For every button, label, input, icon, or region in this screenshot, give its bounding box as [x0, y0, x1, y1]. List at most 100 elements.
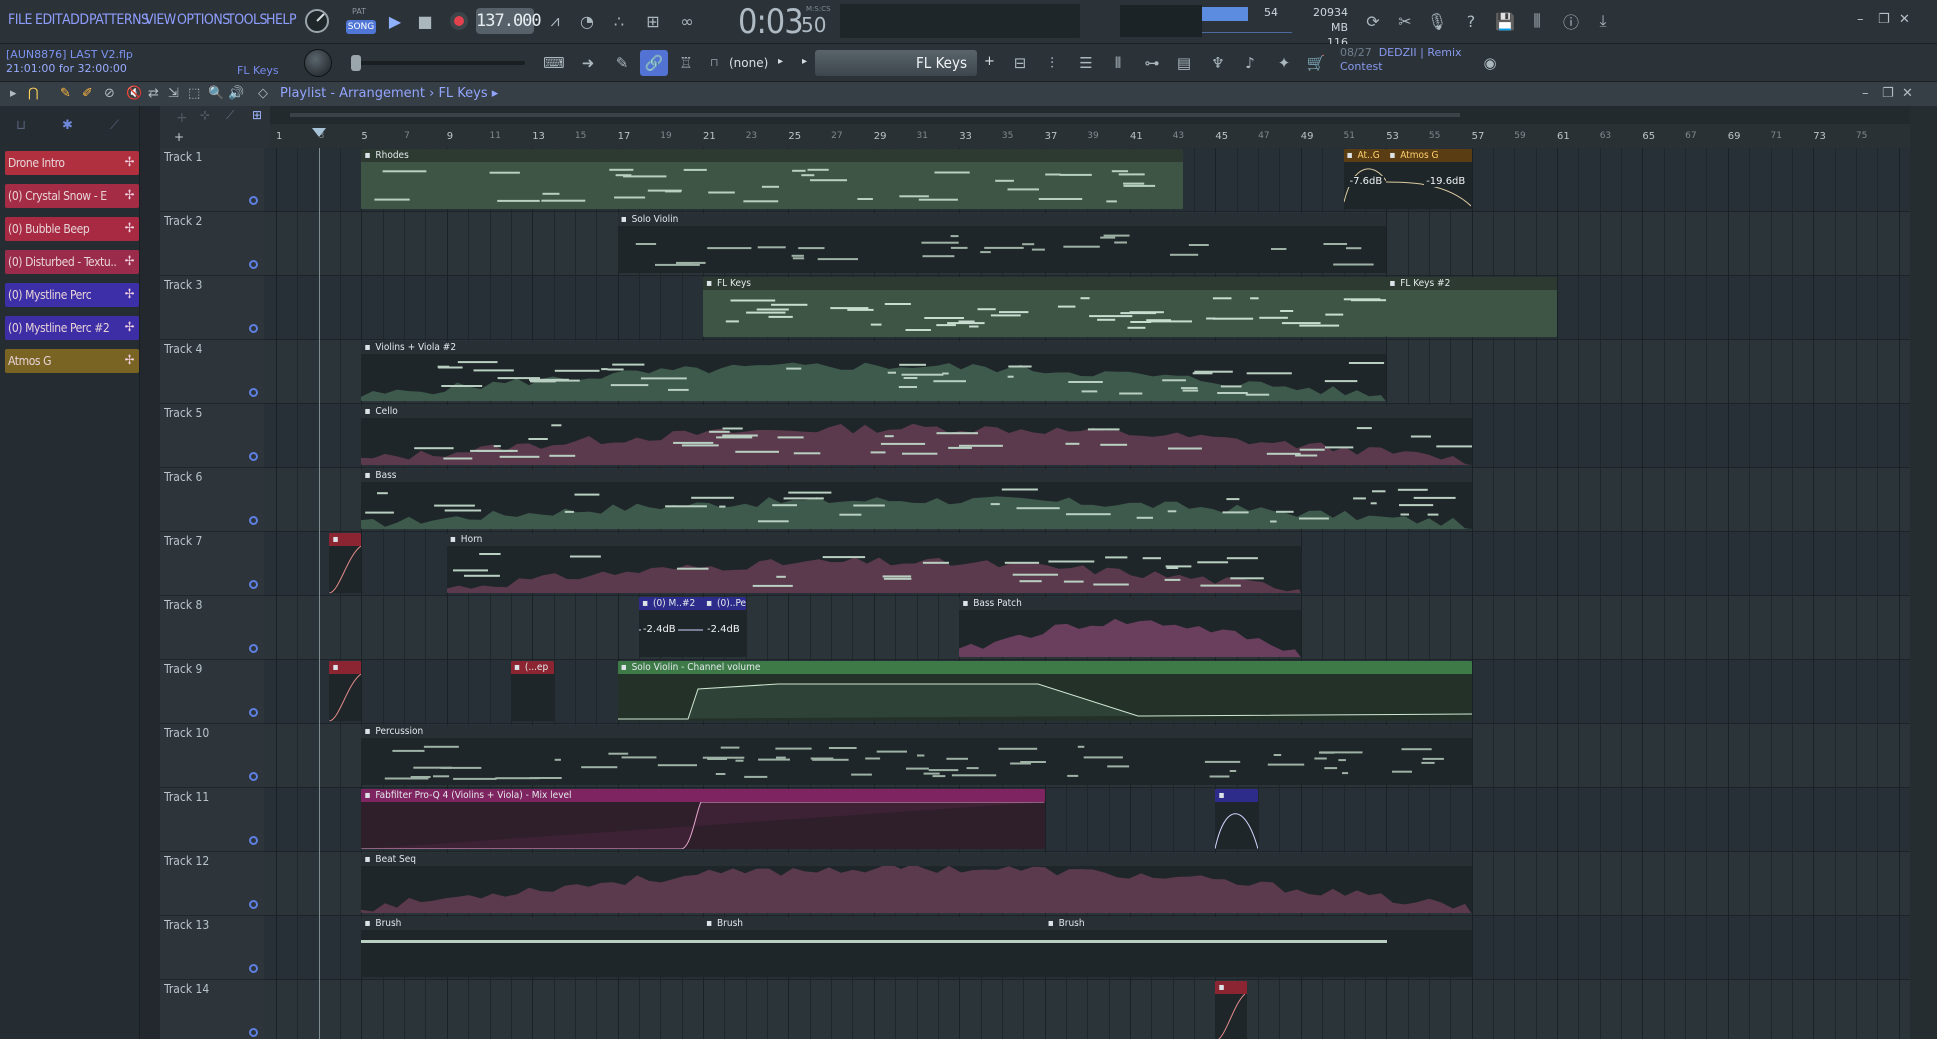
menu-edit[interactable]: EDIT — [35, 12, 63, 28]
pat-toggle-icon[interactable]: ⊞ — [252, 108, 262, 122]
track-mute-icon[interactable] — [249, 900, 258, 909]
song-overview[interactable] — [270, 106, 1910, 124]
track-header[interactable]: Track 10 — [160, 724, 264, 788]
undo-history-icon[interactable]: ⟳ — [1358, 6, 1388, 36]
close-icon[interactable]: ✕ — [1899, 12, 1910, 27]
record-button[interactable] — [444, 6, 474, 36]
track-header[interactable]: Track 3 — [160, 276, 264, 340]
track-header[interactable]: Track 7 — [160, 532, 264, 596]
menu-view[interactable]: VIEW — [145, 12, 176, 28]
news-panel[interactable]: 08/27 DEDZII | Remix Contest — [1340, 46, 1462, 74]
save-icon[interactable]: 💾 — [1490, 6, 1520, 36]
info-icon[interactable]: ⓘ — [1556, 6, 1586, 36]
panel-minimize-icon[interactable]: – — [1862, 86, 1869, 101]
add-icon[interactable]: + — [174, 130, 184, 144]
mixer-icon[interactable]: ⫴ — [1104, 50, 1132, 76]
mute-tool-icon[interactable]: 🔇 — [126, 86, 142, 101]
step-edit-icon[interactable]: ⊞ — [638, 6, 668, 36]
slip-tool-icon[interactable]: ⇄ — [148, 86, 159, 101]
track-header[interactable]: Track 12 — [160, 852, 264, 916]
drag-handle-icon[interactable]: ✢ — [125, 349, 135, 373]
drag-handle-icon[interactable]: ✢ — [125, 316, 135, 340]
render-icon[interactable]: ⫼ — [1522, 6, 1552, 36]
play-icon[interactable]: ▶ — [380, 6, 410, 36]
microphone-icon[interactable]: 🎙 — [1422, 6, 1452, 36]
playlist-icon[interactable]: ⊟ — [1006, 50, 1034, 76]
select-tool-icon[interactable]: ⬚ — [188, 86, 200, 101]
track-mute-icon[interactable] — [249, 452, 258, 461]
channel-selector[interactable]: FL Keys — [815, 50, 977, 76]
picker-item[interactable]: (0) Crystal Snow - E ✢ — [5, 184, 139, 208]
track-header[interactable]: Track 6 — [160, 468, 264, 532]
timeline-ruler[interactable]: 1 3 5 7 9 11 13 15 17 19 21 23 25 27 29 31 33 35 37 39 41 43 4… — [270, 124, 1910, 148]
stop-icon[interactable]: ■ — [410, 6, 440, 36]
paint-icon[interactable]: ✎ — [608, 50, 636, 76]
stamp-icon[interactable]: ♖ — [672, 50, 700, 76]
vertical-scrollbar[interactable] — [1910, 106, 1937, 1039]
help-icon[interactable]: ? — [1456, 6, 1486, 36]
add-channel-icon[interactable]: + — [984, 54, 995, 69]
chan-toggle-icon[interactable]: ⟋ — [226, 108, 234, 123]
track-header[interactable]: Track 2 — [160, 212, 264, 276]
panel-restore-icon[interactable]: ❐ — [1882, 86, 1894, 101]
track-mute-icon[interactable] — [249, 708, 258, 717]
track-mute-icon[interactable] — [249, 964, 258, 973]
browser-icon[interactable]: ▤ — [1170, 50, 1198, 76]
link-icon[interactable]: 🔗 — [640, 50, 668, 76]
picker-item[interactable]: (0) Mystline Perc #2 ✢ — [5, 316, 139, 340]
picker-item[interactable]: (0) Bubble Beep ✢ — [5, 217, 139, 241]
picker-item[interactable]: Atmos G ✢ — [5, 349, 139, 373]
drag-handle-icon[interactable]: ✢ — [125, 184, 135, 208]
draw-tool-icon[interactable]: ✎ — [60, 86, 71, 101]
download-icon[interactable]: ⤓ — [1588, 6, 1618, 36]
loop-record-icon[interactable]: ∞ — [672, 6, 702, 36]
wand-icon[interactable]: ✦ — [1270, 50, 1298, 76]
slice-tool-icon[interactable]: ⇲ — [168, 86, 179, 101]
wait-icon[interactable]: ◔ — [572, 6, 602, 36]
metronome-icon[interactable]: ⩘ — [540, 6, 570, 36]
plugin-picker-icon[interactable]: ♆ — [1204, 50, 1232, 76]
panel-close-icon[interactable]: ✕ — [1902, 86, 1913, 101]
track-mute-icon[interactable] — [249, 772, 258, 781]
delete-tool-icon[interactable]: ⊘ — [104, 86, 115, 101]
patcher-icon[interactable]: ⊶ — [1138, 50, 1166, 76]
picker-item[interactable]: (0) Disturbed - Textu.. ✢ — [5, 250, 139, 274]
cut-tool-icon[interactable]: ✂ — [1390, 6, 1420, 36]
arrow-right-icon[interactable]: ➜ — [574, 50, 602, 76]
channel-prev-icon[interactable]: ▸ — [802, 56, 807, 67]
master-pitch-slider[interactable] — [351, 55, 525, 71]
drag-handle-icon[interactable]: ✢ — [125, 283, 135, 307]
channel-rack-icon[interactable]: ☰ — [1072, 50, 1100, 76]
playlist-menu-icon[interactable]: ▸ — [10, 86, 17, 101]
picker-audio-icon[interactable]: ✱ — [62, 118, 73, 133]
track-mute-icon[interactable] — [249, 1028, 258, 1037]
picker-item[interactable]: Drone Intro ✢ — [5, 151, 139, 175]
track-mute-icon[interactable] — [249, 836, 258, 845]
track-mute-icon[interactable] — [249, 196, 258, 205]
track-mute-icon[interactable] — [249, 260, 258, 269]
track-header[interactable]: Track 5 — [160, 404, 264, 468]
track-mute-icon[interactable] — [249, 516, 258, 525]
pat-song-toggle[interactable]: PAT SONG — [345, 6, 377, 36]
paint-tool-icon[interactable]: ✐ — [82, 86, 93, 101]
guitar-icon[interactable]: ♪ — [1236, 50, 1264, 76]
note-toggle-icon[interactable]: ⊹ — [200, 108, 210, 122]
track-mute-icon[interactable] — [249, 580, 258, 589]
track-header[interactable]: Track 13 — [160, 916, 264, 980]
drag-handle-icon[interactable]: ✢ — [125, 250, 135, 274]
shop-icon[interactable]: 🛒 — [1302, 50, 1330, 76]
minimize-icon[interactable]: – — [1857, 12, 1864, 27]
track-header[interactable]: Track 8 — [160, 596, 264, 660]
playhead-marker[interactable] — [312, 128, 326, 137]
track-mute-icon[interactable] — [249, 324, 258, 333]
main-pitch-knob[interactable] — [304, 49, 332, 77]
piano-roll-view-icon[interactable]: ⫶ — [1038, 50, 1066, 76]
menu-options[interactable]: OPTIONS — [177, 12, 230, 28]
drag-handle-icon[interactable]: ✢ — [125, 151, 135, 175]
track-header[interactable]: Track 1 — [160, 148, 264, 212]
picker-automation-icon[interactable]: ⟋ — [110, 118, 119, 133]
track-header[interactable]: Track 4 — [160, 340, 264, 404]
arrangement-grid[interactable]: RhodesAt..G-7.6dBAtmos G-19.6dBSolo Viol… — [264, 148, 1910, 1039]
picker-item[interactable]: (0) Mystline Perc ✢ — [5, 283, 139, 307]
playhead[interactable] — [319, 148, 320, 1039]
